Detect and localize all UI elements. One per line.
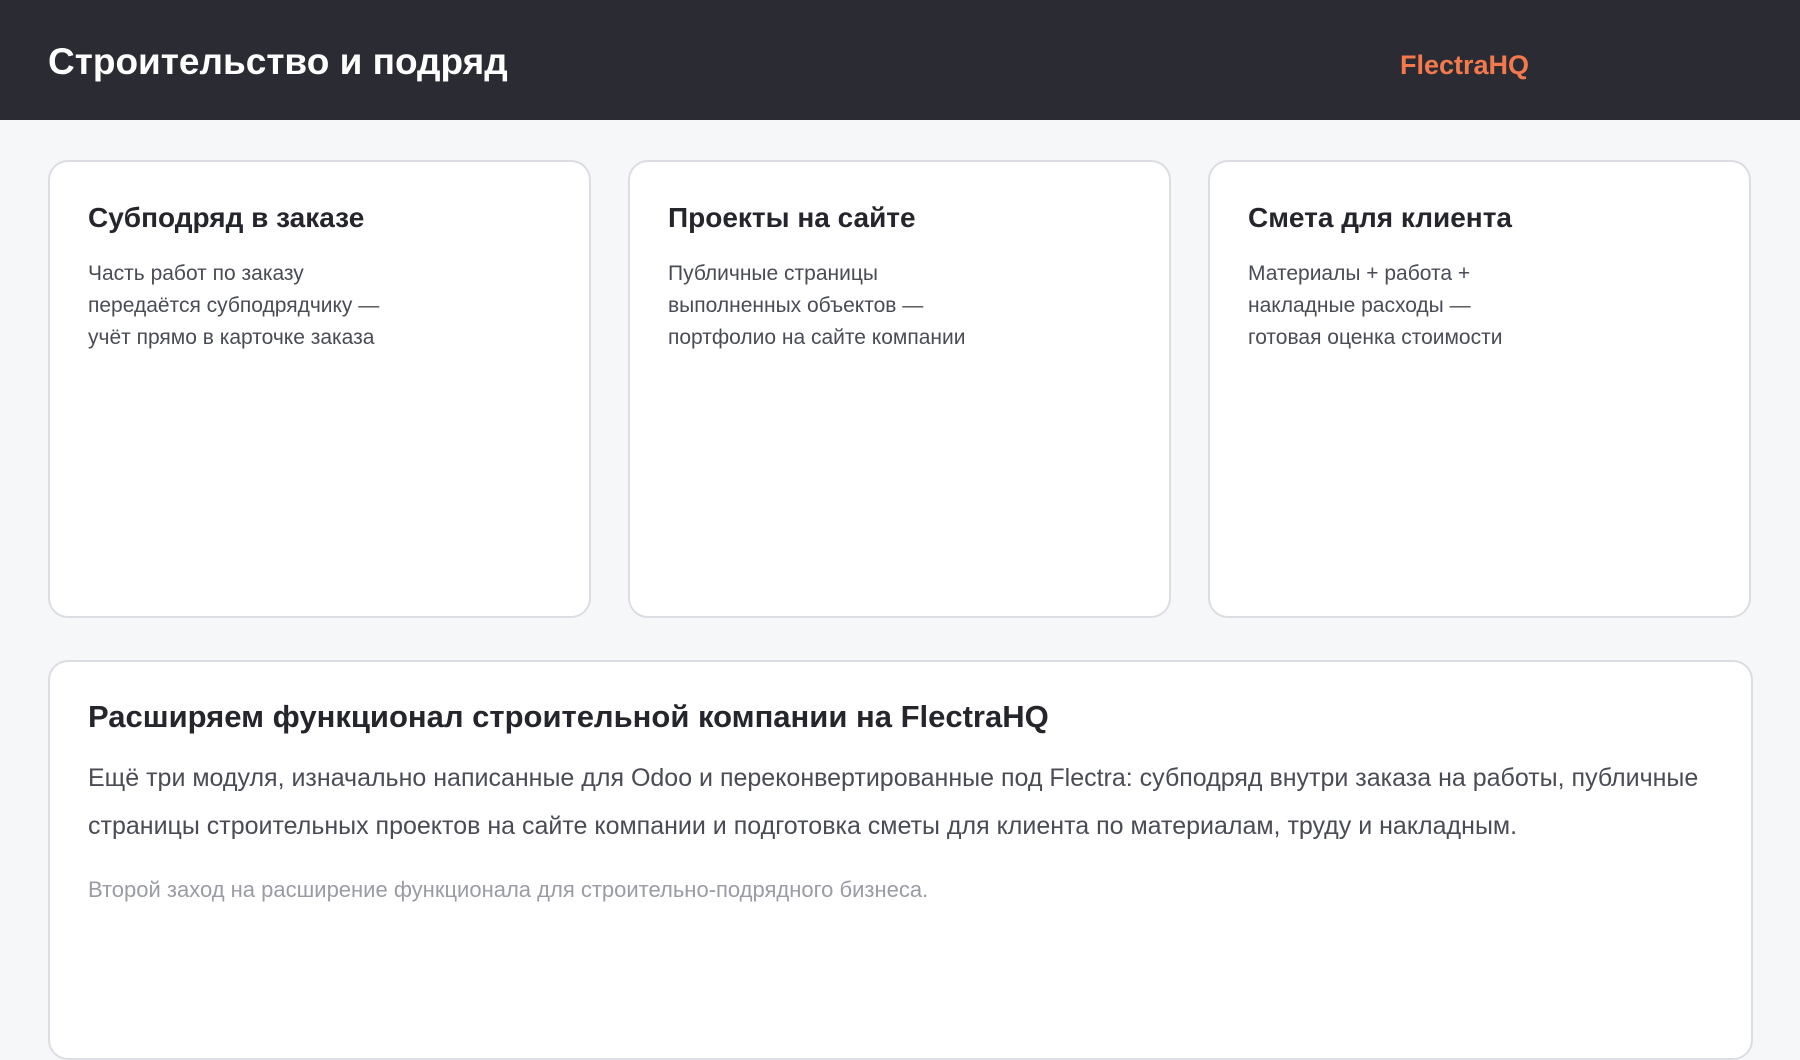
- feature-card-description: Материалы + работа + накладные расходы —…: [1248, 262, 1503, 349]
- feature-card-title: Субподряд в заказе: [88, 202, 365, 233]
- summary-note: Второй заход на расширение функционала д…: [88, 877, 929, 902]
- feature-card-description: Часть работ по заказу передаётся субподр…: [88, 262, 380, 349]
- summary-panel: Расширяем функционал строительной компан…: [48, 660, 1753, 1060]
- feature-card-title: Смета для клиента: [1248, 202, 1513, 233]
- feature-card-estimate: Смета для клиента Материалы + работа + н…: [1208, 160, 1751, 618]
- feature-card-website-projects: Проекты на сайте Публичные страницы выпо…: [628, 160, 1171, 618]
- brand-logo[interactable]: FlectraHQ: [1400, 48, 1529, 82]
- feature-card-subcontract: Субподряд в заказе Часть работ по заказу…: [48, 160, 591, 618]
- summary-body: Ещё три модуля, изначально написанные дл…: [88, 764, 1699, 840]
- page-header: Строительство и подряд FlectraHQ: [0, 0, 1800, 120]
- summary-title: Расширяем функционал строительной компан…: [88, 699, 1049, 734]
- page-title: Строительство и подряд: [48, 41, 508, 82]
- feature-card-description: Публичные страницы выполненных объектов …: [668, 262, 966, 349]
- feature-card-title: Проекты на сайте: [668, 202, 916, 233]
